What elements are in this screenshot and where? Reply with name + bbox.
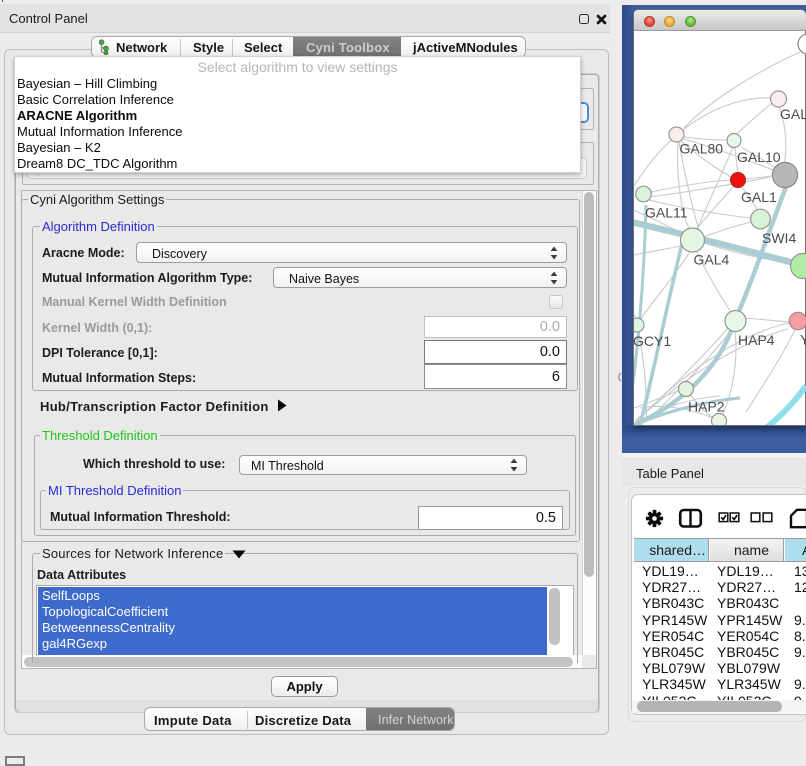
svg-text:GAL4: GAL4 <box>694 252 730 268</box>
svg-text:GAL80: GAL80 <box>680 141 724 157</box>
svg-text:GAL11: GAL11 <box>645 205 688 221</box>
svg-text:GAL7: GAL7 <box>780 106 806 122</box>
svg-text:HAP4: HAP4 <box>738 332 775 348</box>
svg-text:Y: Y <box>800 332 806 348</box>
svg-text:GAL10: GAL10 <box>737 149 781 165</box>
svg-text:GCY1: GCY1 <box>634 333 671 349</box>
svg-text:HAP2: HAP2 <box>688 399 725 415</box>
svg-text:SWI4: SWI4 <box>762 230 796 246</box>
svg-text:GAL1: GAL1 <box>741 189 777 205</box>
